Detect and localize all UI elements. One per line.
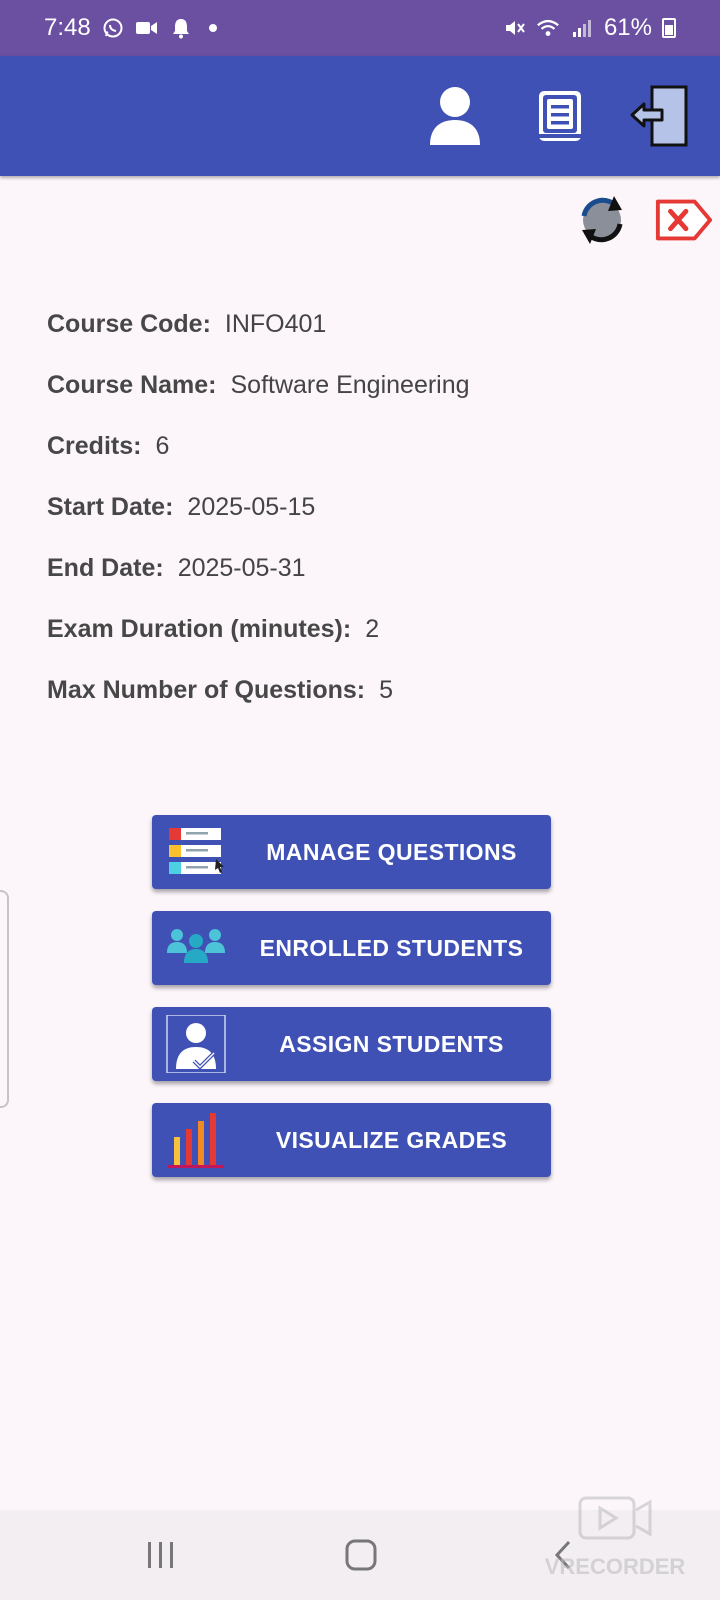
battery-percent: 61% [603, 14, 652, 41]
assign-user-icon [166, 1015, 226, 1073]
battery-icon [662, 18, 676, 38]
status-bar: 7:48 61% [0, 0, 720, 56]
home-icon [345, 1539, 377, 1571]
video-call-icon [135, 16, 159, 40]
notification-bell-icon [169, 16, 193, 40]
refresh-icon [581, 196, 623, 244]
status-dot-icon [208, 24, 217, 32]
course-info: Course Code: INFO401 Course Name: Softwa… [47, 310, 470, 737]
close-tag-icon [655, 199, 713, 241]
whatsapp-icon [101, 16, 125, 40]
end-date-value: 2025-05-31 [177, 554, 306, 582]
max-questions-value: 5 [379, 676, 393, 704]
assign-students-label: ASSIGN STUDENTS [279, 1030, 504, 1057]
end-date-label: End Date: [47, 554, 164, 582]
credits-row: Credits: 6 [47, 432, 470, 493]
assign-students-button[interactable]: ASSIGN STUDENTS [152, 1007, 551, 1081]
course-name-value: Software Engineering [230, 371, 470, 399]
edge-panel-handle[interactable] [0, 890, 9, 1108]
exam-duration-row: Exam Duration (minutes): 2 [47, 615, 470, 676]
exam-duration-label: Exam Duration (minutes): [47, 615, 352, 643]
start-date-row: Start Date: 2025-05-15 [47, 493, 470, 554]
course-name-row: Course Name: Software Engineering [47, 371, 470, 432]
students-group-icon [167, 929, 225, 963]
person-icon [430, 87, 480, 145]
manage-questions-label: MANAGE QUESTIONS [266, 838, 517, 865]
courses-button[interactable] [528, 84, 592, 148]
credits-label: Credits: [47, 432, 142, 460]
status-right: 61% [502, 14, 676, 42]
refresh-button[interactable] [572, 190, 632, 250]
course-code-value: INFO401 [224, 310, 327, 338]
close-course-button[interactable] [654, 190, 714, 250]
signal-icon [570, 16, 594, 40]
question-list-icon [169, 828, 224, 874]
recent-apps-icon [148, 1542, 173, 1568]
enrolled-students-button[interactable]: ENROLLED STUDENTS [152, 911, 551, 985]
mute-icon [502, 16, 526, 40]
course-code-row: Course Code: INFO401 [47, 310, 470, 371]
watermark-text: VRECORDER [544, 1554, 686, 1579]
status-left: 7:48 [44, 14, 217, 42]
app-bar [0, 56, 720, 176]
visualize-grades-button[interactable]: VISUALIZE GRADES [152, 1103, 551, 1177]
enrolled-students-label: ENROLLED STUDENTS [259, 934, 524, 961]
status-time: 7:48 [44, 14, 91, 41]
course-code-label: Course Code: [47, 310, 211, 338]
course-name-label: Course Name: [47, 371, 217, 399]
visualize-grades-label: VISUALIZE GRADES [275, 1126, 508, 1153]
wifi-icon [536, 16, 560, 40]
max-questions-row: Max Number of Questions: 5 [47, 676, 470, 737]
credits-value: 6 [155, 432, 170, 460]
manage-questions-button[interactable]: MANAGE QUESTIONS [152, 815, 551, 889]
end-date-row: End Date: 2025-05-31 [47, 554, 470, 615]
recent-apps-button[interactable] [131, 1532, 191, 1578]
book-icon [539, 91, 581, 141]
recorder-watermark: VRECORDER [540, 1490, 690, 1580]
bar-chart-icon [168, 1113, 224, 1168]
max-questions-label: Max Number of Questions: [47, 676, 366, 704]
home-button[interactable] [331, 1532, 391, 1578]
recorder-logo-icon [578, 1496, 652, 1540]
start-date-label: Start Date: [47, 493, 174, 521]
start-date-value: 2025-05-15 [187, 493, 316, 521]
logout-button[interactable] [628, 84, 692, 148]
exam-duration-value: 2 [365, 615, 380, 643]
profile-button[interactable] [423, 84, 487, 148]
logout-icon [630, 85, 688, 147]
